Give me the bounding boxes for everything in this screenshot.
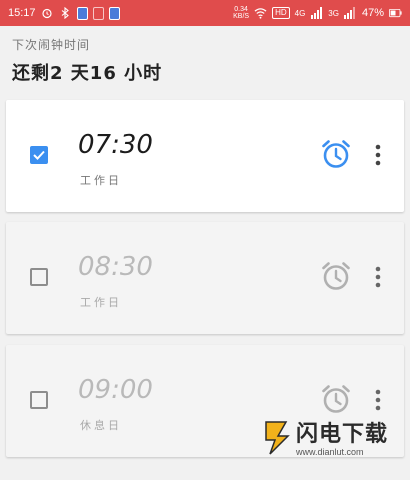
status-time: 15:17 (8, 7, 36, 19)
watermark: 闪电下载 www.dianlut.com (262, 420, 388, 460)
alarm-time[interactable]: 07:30 (78, 130, 153, 160)
status-left: 15:17 (8, 6, 120, 20)
app-notification-icon-3 (108, 6, 120, 20)
alarm-enable-checkbox[interactable] (30, 146, 48, 164)
more-options-icon[interactable] (370, 264, 386, 290)
alarm-enable-checkbox[interactable] (30, 268, 48, 286)
watermark-url: www.dianlut.com (296, 447, 364, 457)
signal-bars-icon (310, 7, 323, 20)
alarm-clock-icon[interactable] (320, 138, 352, 170)
more-options-icon[interactable] (370, 142, 386, 168)
watermark-text: 闪电下载 www.dianlut.com (296, 422, 389, 458)
signal-3g-label: 3G (328, 8, 339, 18)
alarm-clock-status-icon (41, 7, 54, 20)
app-notification-icon-2 (92, 6, 104, 20)
alarm-repeat-label: 工作日 (80, 174, 122, 187)
network-speed-unit: KB/S (233, 13, 250, 20)
bluetooth-icon (59, 7, 72, 20)
signal-bars-icon-2 (344, 7, 357, 20)
alarm-repeat-label: 休息日 (80, 419, 122, 432)
status-right: 0.34 KB/S HD 4G 3G 47% (233, 6, 402, 20)
alarm-item[interactable]: 08:30 工作日 (6, 222, 404, 334)
wifi-icon (254, 7, 267, 20)
alarm-clock-icon[interactable] (320, 383, 352, 415)
app-notification-icon (76, 6, 88, 20)
network-speed: 0.34 KB/S (233, 6, 249, 20)
hd-badge: HD (272, 7, 290, 19)
remaining-time: 还剩2 天16 小时 (12, 63, 163, 84)
more-options-icon[interactable] (370, 387, 386, 413)
battery-icon (389, 7, 402, 20)
alarm-time[interactable]: 09:00 (78, 375, 153, 405)
alarm-item[interactable]: 07:30 工作日 (6, 100, 404, 212)
alarm-time[interactable]: 08:30 (78, 252, 153, 282)
alarm-enable-checkbox[interactable] (30, 391, 48, 409)
signal-4g-label: 4G (294, 8, 306, 18)
next-alarm-label: 下次闹钟时间 (12, 38, 91, 52)
lightning-logo-icon (262, 420, 292, 460)
network-speed-value: 0.34 (234, 6, 248, 13)
alarm-clock-icon[interactable] (320, 260, 352, 292)
next-alarm-header: 下次闹钟时间 还剩2 天16 小时 (12, 36, 162, 85)
alarm-repeat-label: 工作日 (80, 296, 122, 309)
watermark-title: 闪电下载 (296, 422, 389, 447)
status-bar: 15:17 0.34 KB/S HD 4G 3G 47% (0, 0, 410, 26)
battery-percent: 47% (361, 7, 384, 19)
